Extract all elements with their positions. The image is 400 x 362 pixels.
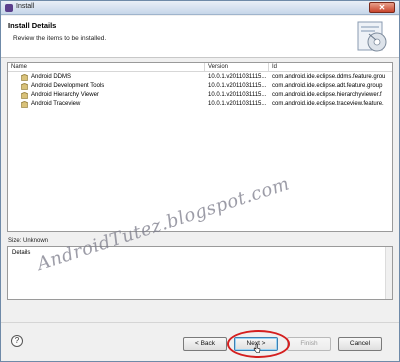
install-banner-icon bbox=[357, 21, 387, 52]
footer-divider bbox=[1, 322, 399, 323]
row-name: Android Hierarchy Viewer bbox=[31, 92, 99, 98]
back-button[interactable]: < Back bbox=[183, 337, 227, 351]
page-title: Install Details bbox=[8, 21, 57, 30]
eclipse-app-icon bbox=[5, 4, 13, 12]
column-header-id[interactable]: Id bbox=[269, 63, 392, 72]
help-button[interactable]: ? bbox=[11, 335, 23, 347]
wizard-header: Install Details Review the items to be i… bbox=[1, 16, 399, 58]
details-scrollbar[interactable] bbox=[385, 247, 392, 299]
details-label: Details bbox=[12, 250, 31, 256]
feature-package-icon bbox=[21, 74, 28, 81]
title-bar: Install ✕ bbox=[1, 1, 399, 15]
column-header-version[interactable]: Version bbox=[205, 63, 268, 72]
cancel-button[interactable]: Cancel bbox=[338, 337, 382, 351]
table-row[interactable]: Android DDMS 10.0.1.v2011031115... com.a… bbox=[8, 73, 392, 82]
table-row[interactable]: Android Hierarchy Viewer 10.0.1.v2011031… bbox=[8, 91, 392, 100]
finish-button[interactable]: Finish bbox=[287, 337, 331, 351]
mouse-cursor-icon bbox=[253, 343, 261, 353]
row-version: 10.0.1.v2011031115... bbox=[208, 83, 267, 89]
row-id: com.android.ide.eclipse.adt.feature.grou… bbox=[272, 83, 383, 89]
table-header: Name Version Id bbox=[8, 63, 392, 72]
row-version: 10.0.1.v2011031115... bbox=[208, 101, 267, 107]
row-id: com.android.ide.eclipse.traceview.featur… bbox=[272, 101, 384, 107]
row-name: Android DDMS bbox=[31, 74, 72, 80]
window-title: Install bbox=[16, 3, 35, 10]
help-icon: ? bbox=[14, 336, 20, 345]
close-icon: ✕ bbox=[378, 3, 386, 12]
install-dialog: Install ✕ Install Details Review the ite… bbox=[0, 0, 400, 362]
row-name: Android Development Tools bbox=[31, 83, 105, 89]
row-name: Android Traceview bbox=[31, 101, 81, 107]
feature-package-icon bbox=[21, 83, 28, 90]
row-id: com.android.ide.eclipse.ddms.feature.gro… bbox=[272, 74, 386, 80]
size-label: Size: Unknown bbox=[8, 238, 49, 244]
feature-package-icon bbox=[21, 101, 28, 108]
column-header-name[interactable]: Name bbox=[8, 63, 204, 72]
close-button[interactable]: ✕ bbox=[369, 2, 395, 13]
table-row[interactable]: Android Development Tools 10.0.1.v201103… bbox=[8, 82, 392, 91]
feature-package-icon bbox=[21, 92, 28, 99]
page-subtitle: Review the items to be installed. bbox=[13, 35, 107, 42]
row-id: com.android.ide.eclipse.hierarchyviewer.… bbox=[272, 92, 382, 98]
table-row[interactable]: Android Traceview 10.0.1.v2011031115... … bbox=[8, 100, 392, 109]
row-version: 10.0.1.v2011031115... bbox=[208, 74, 267, 80]
row-version: 10.0.1.v2011031115... bbox=[208, 92, 267, 98]
